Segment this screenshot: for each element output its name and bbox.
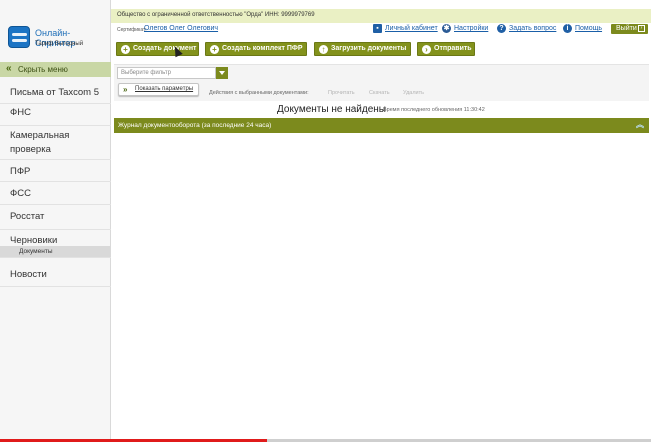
sidebar-item-news[interactable]: Новости xyxy=(0,257,111,287)
exit-label: Выйти xyxy=(616,25,637,32)
last-update-time: Время последнего обновления 11:30:42 xyxy=(383,107,485,113)
show-parameters-label: Показать параметры xyxy=(135,86,194,92)
certificate-owner-link[interactable]: Олегов Олег Олегович xyxy=(144,25,218,32)
settings-link[interactable]: Настройки xyxy=(454,25,488,32)
double-chevron-down-icon: » xyxy=(123,85,128,94)
upload-icon: ↑ xyxy=(319,45,328,54)
logo-wave-bottom xyxy=(12,39,27,42)
logo-wave-top xyxy=(12,33,27,36)
double-chevron-left-icon: « xyxy=(6,63,12,74)
sidebar-item-rosstat[interactable]: Росстат xyxy=(0,205,111,230)
app-window: Онлайн-Спринтер Тариф Выгодный « Скрыть … xyxy=(0,0,651,442)
send-button[interactable]: › Отправить xyxy=(417,42,475,56)
show-parameters-button[interactable]: » Показать параметры xyxy=(118,83,199,96)
exit-button[interactable]: Выйти › xyxy=(611,24,648,34)
question-icon: ? xyxy=(497,24,506,33)
plus-circle-icon: + xyxy=(121,45,130,54)
upload-documents-button[interactable]: ↑ Загрузить документы xyxy=(314,42,411,56)
journal-title: Журнал документооборота (за последние 24… xyxy=(118,122,272,129)
app-tariff: Тариф Выгодный xyxy=(35,41,84,47)
create-document-button[interactable]: + Создать документ xyxy=(116,42,199,56)
gear-icon: ✱ xyxy=(442,24,451,33)
sidebar-item-fss[interactable]: ФСС xyxy=(0,182,111,205)
filter-dropdown-button[interactable] xyxy=(216,67,228,79)
read-action-link[interactable]: Прочитать xyxy=(328,90,355,96)
hide-menu-label: Скрыть меню xyxy=(18,65,68,74)
create-document-label: Создать документ xyxy=(133,45,197,52)
id-card-icon: ▪ xyxy=(373,24,382,33)
filter-select[interactable]: Выберите фильтр xyxy=(117,67,216,79)
sidebar-item-fns[interactable]: ФНС xyxy=(0,104,111,126)
send-label: Отправить xyxy=(434,45,472,52)
app-logo xyxy=(8,26,30,48)
info-icon: i xyxy=(563,24,572,33)
sidebar: Онлайн-Спринтер Тариф Выгодный « Скрыть … xyxy=(0,0,111,442)
sidebar-item-taxcom[interactable]: Письма от Taxcom 5 xyxy=(0,84,111,104)
cabinet-link[interactable]: Личный кабинет xyxy=(385,25,438,32)
exit-icon: › xyxy=(638,25,645,32)
send-arrow-icon: › xyxy=(422,45,431,54)
hide-menu-button[interactable]: « Скрыть меню xyxy=(0,62,111,77)
sidebar-item-desk-audit[interactable]: Камеральная проверка xyxy=(0,126,111,160)
plus-circle-icon: + xyxy=(210,45,219,54)
certificate-label: Сертификат: xyxy=(117,27,147,33)
sidebar-item-pfr[interactable]: ПФР xyxy=(0,160,111,182)
sidebar-subitem-documents[interactable]: Документы xyxy=(0,246,111,257)
organization-name: Общество с ограниченной ответственностью… xyxy=(117,12,315,18)
ask-question-link[interactable]: Задать вопрос xyxy=(509,25,556,32)
help-link[interactable]: Помощь xyxy=(575,25,602,32)
journal-header[interactable]: Журнал документооборота (за последние 24… xyxy=(114,118,649,133)
empty-state-message: Документы не найдены xyxy=(277,104,386,115)
bulk-actions-label: Действия с выбранными документами: xyxy=(209,90,309,96)
create-pfr-set-label: Создать комплект ПФР xyxy=(222,45,303,52)
create-pfr-set-button[interactable]: + Создать комплект ПФР xyxy=(205,42,307,56)
delete-action-link[interactable]: Удалить xyxy=(403,90,424,96)
double-chevron-up-icon[interactable]: ︽ xyxy=(635,120,645,130)
download-action-link[interactable]: Скачать xyxy=(369,90,390,96)
upload-documents-label: Загрузить документы xyxy=(331,45,407,52)
organization-bar: Общество с ограниченной ответственностью… xyxy=(111,9,651,23)
chevron-down-icon xyxy=(219,71,225,75)
user-bar: Сертификат: Олегов Олег Олегович ▪ Личны… xyxy=(111,23,651,37)
